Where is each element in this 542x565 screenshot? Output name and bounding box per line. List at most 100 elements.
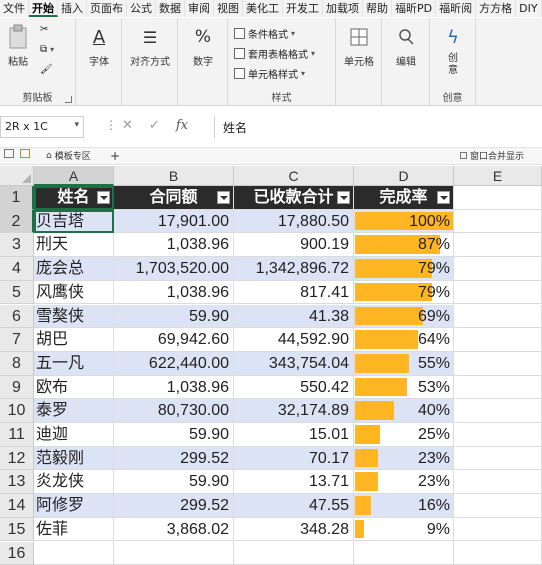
- cell-e-empty[interactable]: [454, 186, 542, 210]
- cell-e-empty[interactable]: [454, 328, 542, 352]
- rate-cell[interactable]: 40%: [354, 399, 454, 423]
- header-rate[interactable]: 完成率: [354, 186, 454, 210]
- merge-windows-button[interactable]: 窗口合并显示: [460, 149, 524, 162]
- row-header-6[interactable]: 6: [0, 305, 34, 329]
- empty-cell[interactable]: [34, 542, 114, 565]
- contract-cell[interactable]: 1,038.96: [114, 376, 234, 400]
- cell-e-empty[interactable]: [454, 399, 542, 423]
- received-cell[interactable]: 343,754.04: [234, 352, 354, 376]
- name-cell[interactable]: 炎龙侠: [34, 470, 114, 494]
- tab-7[interactable]: 视图: [214, 0, 243, 17]
- row-header-3[interactable]: 3: [0, 233, 34, 257]
- contract-cell[interactable]: 59.90: [114, 470, 234, 494]
- clipboard-launcher-icon[interactable]: [65, 96, 72, 103]
- rate-cell[interactable]: 100%: [354, 210, 454, 234]
- format-painter-button[interactable]: 🖌: [40, 64, 53, 75]
- received-cell[interactable]: 1,342,896.72: [234, 257, 354, 281]
- cell-e-empty[interactable]: [454, 423, 542, 447]
- cell-style-button[interactable]: 单元格样式▾: [234, 66, 305, 81]
- row-header-13[interactable]: 13: [0, 470, 34, 494]
- tab-14[interactable]: 方方格: [476, 0, 516, 17]
- received-cell[interactable]: 900.19: [234, 233, 354, 257]
- tab-0[interactable]: 文件: [0, 0, 29, 17]
- rate-cell[interactable]: 55%: [354, 352, 454, 376]
- row-header-14[interactable]: 14: [0, 494, 34, 518]
- align-button[interactable]: ☰ 对齐方式: [126, 24, 174, 68]
- rate-cell[interactable]: 25%: [354, 423, 454, 447]
- header-name[interactable]: 姓名: [34, 186, 114, 210]
- rate-cell[interactable]: 79%: [354, 281, 454, 305]
- received-cell[interactable]: 17,880.50: [234, 210, 354, 234]
- cell-e-empty[interactable]: [454, 257, 542, 281]
- row-header-15[interactable]: 15: [0, 518, 34, 542]
- column-header-e[interactable]: E: [454, 166, 542, 186]
- cancel-icon[interactable]: ✕: [122, 118, 133, 133]
- contract-cell[interactable]: 622,440.00: [114, 352, 234, 376]
- rate-cell[interactable]: 64%: [354, 328, 454, 352]
- filter-dropdown-icon[interactable]: [97, 191, 110, 204]
- row-header-8[interactable]: 8: [0, 352, 34, 376]
- rate-cell[interactable]: 23%: [354, 470, 454, 494]
- contract-cell[interactable]: 80,730.00: [114, 399, 234, 423]
- formula-input[interactable]: 姓名: [214, 116, 542, 138]
- rate-cell[interactable]: 16%: [354, 494, 454, 518]
- filter-dropdown-icon[interactable]: [437, 191, 450, 204]
- received-cell[interactable]: 348.28: [234, 518, 354, 542]
- cell-e-empty[interactable]: [454, 305, 542, 329]
- tab-template[interactable]: ⌂模板专区: [46, 149, 91, 162]
- header-contract[interactable]: 合同额: [114, 186, 234, 210]
- name-cell[interactable]: 雪獒侠: [34, 305, 114, 329]
- name-cell[interactable]: 泰罗: [34, 399, 114, 423]
- header-received[interactable]: 已收款合计: [234, 186, 354, 210]
- column-header-a[interactable]: A: [34, 166, 114, 186]
- name-cell[interactable]: 风鹰侠: [34, 281, 114, 305]
- name-cell[interactable]: 胡巴: [34, 328, 114, 352]
- empty-cell[interactable]: [234, 542, 354, 565]
- tab-4[interactable]: 公式: [127, 0, 156, 17]
- tab-12[interactable]: 福昕PD: [392, 0, 436, 17]
- paste-button[interactable]: 粘贴: [4, 24, 32, 68]
- tab-15[interactable]: DIY: [516, 0, 541, 17]
- name-cell[interactable]: 阿修罗: [34, 494, 114, 518]
- name-cell[interactable]: 贝吉塔: [34, 210, 114, 234]
- contract-cell[interactable]: 299.52: [114, 447, 234, 471]
- row-header-2[interactable]: 2: [0, 210, 34, 234]
- received-cell[interactable]: 550.42: [234, 376, 354, 400]
- row-header-1[interactable]: 1: [0, 186, 34, 210]
- rate-cell[interactable]: 87%: [354, 233, 454, 257]
- contract-cell[interactable]: 1,038.96: [114, 281, 234, 305]
- tab-11[interactable]: 帮助: [363, 0, 392, 17]
- rate-cell[interactable]: 53%: [354, 376, 454, 400]
- received-cell[interactable]: 817.41: [234, 281, 354, 305]
- row-header-12[interactable]: 12: [0, 447, 34, 471]
- cell-e-empty[interactable]: [454, 518, 542, 542]
- name-cell[interactable]: 范毅刚: [34, 447, 114, 471]
- name-box[interactable]: 2R x 1C ▾: [0, 116, 84, 138]
- contract-cell[interactable]: 69,942.60: [114, 328, 234, 352]
- filter-dropdown-icon[interactable]: [337, 191, 350, 204]
- name-cell[interactable]: 庞会总: [34, 257, 114, 281]
- rate-cell[interactable]: 69%: [354, 305, 454, 329]
- contract-cell[interactable]: 1,703,520.00: [114, 257, 234, 281]
- received-cell[interactable]: 70.17: [234, 447, 354, 471]
- cell-e-empty[interactable]: [454, 494, 542, 518]
- cell-e-empty[interactable]: [454, 281, 542, 305]
- cell-e-empty[interactable]: [454, 470, 542, 494]
- add-tab-icon[interactable]: +: [110, 149, 120, 163]
- rate-cell[interactable]: 23%: [354, 447, 454, 471]
- received-cell[interactable]: 41.38: [234, 305, 354, 329]
- received-cell[interactable]: 15.01: [234, 423, 354, 447]
- tab-8[interactable]: 美化工: [243, 0, 283, 17]
- cell-e-empty[interactable]: [454, 352, 542, 376]
- rate-cell[interactable]: 9%: [354, 518, 454, 542]
- tab-5[interactable]: 数据: [156, 0, 185, 17]
- column-header-b[interactable]: B: [114, 166, 234, 186]
- tab-9[interactable]: 开发工: [283, 0, 323, 17]
- row-header-9[interactable]: 9: [0, 376, 34, 400]
- tab-3[interactable]: 页面布: [87, 0, 127, 17]
- cells-button[interactable]: 单元格: [340, 24, 378, 68]
- row-header-11[interactable]: 11: [0, 423, 34, 447]
- received-cell[interactable]: 44,592.90: [234, 328, 354, 352]
- empty-cell[interactable]: [114, 542, 234, 565]
- contract-cell[interactable]: 299.52: [114, 494, 234, 518]
